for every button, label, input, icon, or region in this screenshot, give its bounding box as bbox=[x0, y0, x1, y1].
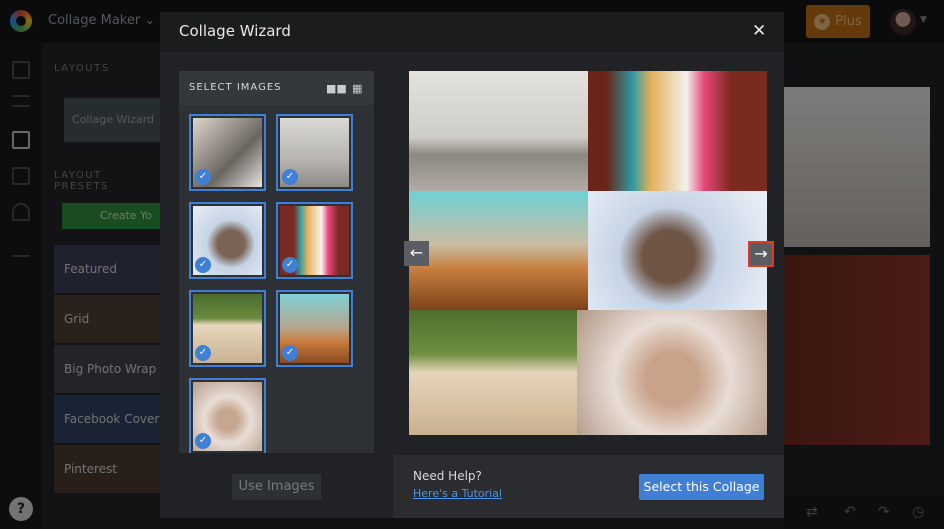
check-icon: ✓ bbox=[195, 345, 211, 361]
collage-wizard-modal: Collage Wizard ✕ SELECT IMAGES ■■ ▦ ✓ ✓ … bbox=[160, 12, 784, 518]
modal-footer: Need Help? Here's a Tutorial Select this… bbox=[393, 455, 784, 518]
collage-preview-panel: ← → bbox=[393, 52, 784, 518]
next-arrow-icon[interactable]: → bbox=[748, 241, 774, 267]
need-help-text: Need Help? bbox=[413, 469, 482, 483]
thumbnail-image[interactable]: ✓ bbox=[189, 290, 266, 367]
check-icon: ✓ bbox=[282, 345, 298, 361]
modal-title: Collage Wizard bbox=[179, 22, 291, 40]
thumbnail-image[interactable]: ✓ bbox=[189, 202, 266, 279]
use-images-button[interactable]: Use Images bbox=[232, 474, 321, 500]
thumbnail-image[interactable]: ✓ bbox=[189, 378, 266, 453]
close-icon[interactable]: ✕ bbox=[752, 21, 766, 41]
check-icon: ✓ bbox=[195, 169, 211, 185]
small-grid-icon[interactable]: ▦ bbox=[352, 82, 362, 95]
select-images-header: SELECT IMAGES ■■ ▦ bbox=[179, 71, 374, 105]
check-icon: ✓ bbox=[195, 257, 211, 273]
image-selection-panel: SELECT IMAGES ■■ ▦ ✓ ✓ ✓ ✓ ✓ ✓ ✓ Use Ima… bbox=[160, 52, 393, 518]
thumbnail-image[interactable]: ✓ bbox=[276, 114, 353, 191]
thumbnail-image[interactable]: ✓ bbox=[276, 202, 353, 279]
collage-photo-beach bbox=[409, 191, 588, 310]
thumbnail-image[interactable]: ✓ bbox=[276, 290, 353, 367]
collage-photo-hands bbox=[577, 310, 767, 435]
select-collage-button[interactable]: Select this Collage bbox=[639, 474, 764, 500]
collage-photo-hug bbox=[588, 191, 767, 310]
previous-arrow-icon[interactable]: ← bbox=[404, 241, 429, 266]
check-icon: ✓ bbox=[282, 169, 298, 185]
tutorial-link[interactable]: Here's a Tutorial bbox=[413, 487, 502, 500]
image-thumbnails: ✓ ✓ ✓ ✓ ✓ ✓ ✓ bbox=[179, 105, 374, 453]
thumbnail-image[interactable]: ✓ bbox=[189, 114, 266, 191]
collage-photo-couple-legs bbox=[588, 71, 767, 191]
collage-preview bbox=[409, 71, 767, 435]
check-icon: ✓ bbox=[282, 257, 298, 273]
collage-photo-plaza bbox=[409, 310, 577, 435]
select-images-title: SELECT IMAGES bbox=[189, 82, 282, 93]
collage-photo-path bbox=[409, 71, 588, 191]
check-icon: ✓ bbox=[195, 433, 211, 449]
large-grid-icon[interactable]: ■■ bbox=[326, 82, 347, 95]
